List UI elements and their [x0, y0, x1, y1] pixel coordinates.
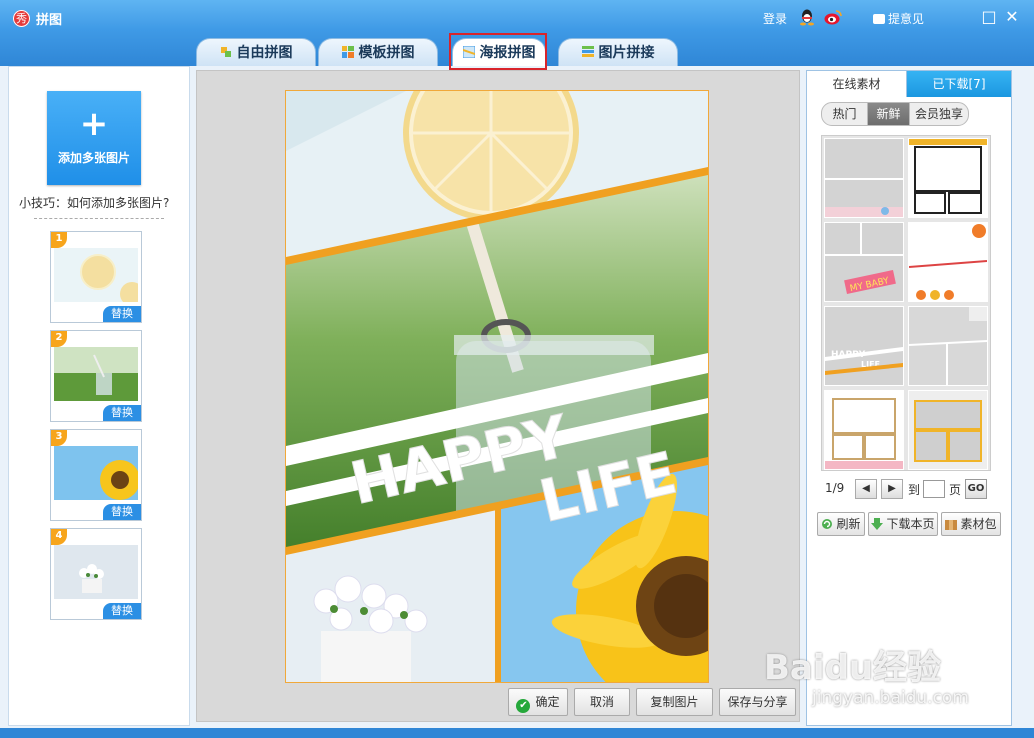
materials-panel: 在线素材 已下载[7] 热门 新鲜 会员独享 MY BABY HAPPY LIFE — [806, 70, 1012, 726]
plus-icon: + — [79, 104, 109, 144]
flowers-thumbnail — [54, 545, 138, 599]
weibo-icon[interactable] — [824, 9, 842, 25]
add-images-label: 添加多张图片 — [57, 151, 130, 165]
replace-button[interactable]: 替换 — [103, 405, 141, 421]
prev-page-button[interactable]: ◀ — [855, 479, 877, 499]
tab-label: 自由拼图 — [236, 45, 293, 61]
poster-artwork: HAPPY LIFE — [286, 91, 708, 682]
template-item[interactable] — [824, 138, 904, 218]
tab-free-collage[interactable]: 自由拼图 — [196, 38, 316, 66]
template-thumbnail — [909, 307, 987, 385]
refresh-label: 刷新 — [836, 517, 861, 531]
material-pack-button[interactable]: 素材包 — [941, 512, 1001, 536]
template-item[interactable] — [824, 390, 904, 470]
image-thumbnail-2[interactable]: 2 替换 — [50, 330, 142, 422]
check-icon: ✔ — [516, 699, 531, 713]
page-indicator: 1/9 — [825, 481, 845, 495]
template-item[interactable] — [908, 222, 988, 302]
tab-label: 模板拼图 — [358, 45, 415, 61]
qq-icon[interactable] — [799, 8, 815, 26]
tab-online-materials[interactable]: 在线素材 — [807, 71, 907, 97]
image-list-panel: + 添加多张图片 小技巧：如何添加多张图片? 1 替换 2 替换 3 替换 4 … — [8, 66, 190, 726]
template-thumbnail: HAPPYLIFE — [825, 307, 903, 385]
image-thumbnail-1[interactable]: 1 替换 — [50, 231, 142, 323]
free-collage-icon — [220, 47, 231, 57]
template-thumbnail — [909, 223, 987, 301]
stitch-icon — [581, 46, 594, 57]
divider — [34, 218, 164, 219]
template-icon — [341, 46, 354, 58]
filter-vip[interactable]: 会员独享 — [910, 103, 968, 125]
feedback-label: 提意见 — [888, 12, 925, 26]
replace-button[interactable]: 替换 — [103, 504, 141, 520]
filter-hot[interactable]: 热门 — [822, 103, 868, 125]
watermark-brand: Baidu经验 — [764, 648, 942, 688]
replace-button[interactable]: 替换 — [103, 603, 141, 619]
download-page-label: 下载本页 — [886, 517, 935, 531]
lemon-thumbnail — [54, 248, 138, 302]
filter-new[interactable]: 新鲜 — [868, 103, 910, 125]
chat-bubble-icon — [873, 14, 885, 24]
template-thumbnail — [825, 139, 903, 217]
window-bottom-border — [0, 728, 1034, 738]
template-text-happy: HAPPY — [831, 350, 866, 360]
replace-button[interactable]: 替换 — [103, 306, 141, 322]
download-icon — [871, 518, 884, 530]
download-page-button[interactable]: 下载本页 — [868, 512, 938, 536]
template-thumbnail — [909, 139, 987, 217]
tab-label: 图片拼接 — [598, 45, 655, 61]
jar-thumbnail — [54, 347, 138, 401]
confirm-label: 确定 — [535, 695, 560, 709]
template-thumbnail — [825, 391, 903, 469]
go-button[interactable]: GO — [965, 479, 987, 499]
tab-image-stitch[interactable]: 图片拼接 — [558, 38, 678, 66]
thumbnail-number: 2 — [51, 331, 67, 347]
thumbnail-number: 1 — [51, 232, 67, 248]
template-item[interactable] — [908, 390, 988, 470]
template-item[interactable]: HAPPY LIFE — [824, 306, 904, 386]
app-title: 拼图 — [36, 13, 63, 28]
goto-label: 到 — [908, 483, 921, 497]
tab-template-collage[interactable]: 模板拼图 — [318, 38, 438, 66]
material-pack-label: 素材包 — [960, 517, 997, 531]
tab-downloaded[interactable]: 已下载[7] — [907, 71, 1011, 97]
package-icon — [945, 520, 958, 530]
refresh-icon — [822, 519, 833, 529]
sunflower-thumbnail — [54, 446, 138, 500]
next-page-button[interactable]: ▶ — [881, 479, 903, 499]
image-thumbnail-4[interactable]: 4 替换 — [50, 528, 142, 620]
app-logo-icon: 秀 — [13, 10, 30, 27]
tip-link[interactable]: 小技巧：如何添加多张图片? — [19, 194, 169, 211]
template-thumbnail — [909, 391, 987, 469]
login-link[interactable]: 登录 — [763, 10, 787, 27]
template-grid: MY BABY HAPPY LIFE — [821, 135, 991, 471]
thumbnail-number: 4 — [51, 529, 67, 545]
template-item[interactable] — [908, 306, 988, 386]
template-item[interactable] — [908, 138, 988, 218]
image-thumbnail-3[interactable]: 3 替换 — [50, 429, 142, 521]
add-images-button[interactable]: + 添加多张图片 — [47, 91, 141, 185]
page-number-input[interactable] — [923, 480, 945, 498]
template-item[interactable]: MY BABY — [824, 222, 904, 302]
refresh-button[interactable]: 刷新 — [817, 512, 865, 536]
cancel-button[interactable]: 取消 — [574, 688, 630, 716]
confirm-button[interactable]: ✔ 确定 — [508, 688, 568, 716]
page-label: 页 — [949, 483, 962, 497]
save-share-button[interactable]: 保存与分享 — [719, 688, 796, 716]
material-filter-tabs: 热门 新鲜 会员独享 — [821, 102, 969, 126]
maximize-button[interactable]: □ — [980, 8, 998, 26]
close-button[interactable]: ✕ — [1003, 8, 1021, 26]
copy-image-button[interactable]: 复制图片 — [636, 688, 713, 716]
poster-preview[interactable]: HAPPY LIFE — [285, 90, 709, 683]
active-tab-highlight — [449, 33, 547, 70]
thumbnail-number: 3 — [51, 430, 67, 446]
watermark-url: jingyan.baidu.com — [812, 688, 969, 708]
app-window: 秀 拼图 登录 提意见 □ ✕ 自由拼图 模板拼图 海报拼图 图片拼接 + 添加… — [0, 0, 1034, 738]
template-thumbnail: MY BABY — [825, 223, 903, 301]
feedback-link[interactable]: 提意见 — [873, 10, 924, 27]
